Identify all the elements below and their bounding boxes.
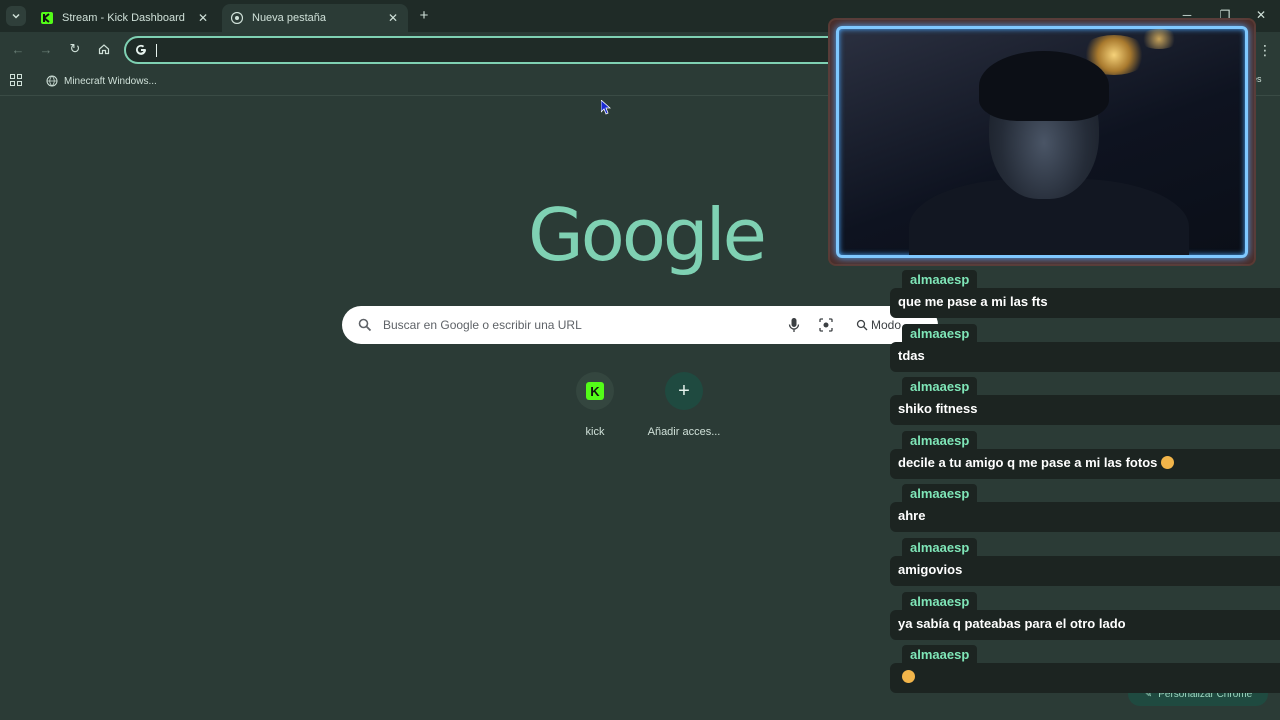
chat-message-text: ahre (890, 502, 1280, 533)
chat-message: decile a tu amigo q me pase a mi las fot… (890, 430, 1280, 485)
chat-text: shiko fitness (898, 401, 978, 417)
chat-message-text: decile a tu amigo q me pase a mi las fot… (890, 448, 1280, 479)
google-logo: Google (528, 193, 767, 277)
mouse-cursor-icon (601, 100, 611, 115)
shortcut-tile: K (576, 372, 614, 410)
shortcut-kick[interactable]: K kick (555, 372, 635, 438)
chat-overlay: que me pase a mi las fts almaaesp tdas alma… (890, 270, 1280, 699)
chat-username: almaaesp (902, 430, 978, 451)
google-g-icon (136, 44, 146, 55)
back-arrow-icon[interactable]: ← (10, 41, 26, 57)
text-caret (156, 44, 157, 57)
shortcut-add[interactable]: + Añadir acces... (644, 372, 724, 438)
chrome-icon (230, 11, 244, 25)
chevron-down-icon (12, 13, 20, 19)
search-icon (358, 318, 372, 332)
shortcut-tile: + (665, 372, 703, 410)
forward-arrow-icon[interactable]: → (38, 41, 54, 57)
emoji-icon (902, 670, 915, 684)
chat-text: decile a tu amigo q me pase a mi las fot… (898, 454, 1158, 470)
globe-icon (46, 75, 58, 87)
ntp-search-box[interactable]: Buscar en Google o escribir una URL Modo (342, 306, 938, 344)
webcam-overlay (830, 20, 1254, 264)
kick-icon: K (586, 382, 604, 400)
window-close-icon[interactable]: ✕ (1254, 8, 1268, 22)
webcam-light (1139, 29, 1179, 49)
chat-message-text: shiko fitness (890, 395, 1280, 426)
shortcut-label: Añadir acces... (647, 426, 721, 438)
new-tab-button[interactable]: + (416, 7, 432, 24)
search-placeholder: Buscar en Google o escribir una URL (383, 318, 582, 332)
camera-lens-icon[interactable] (819, 318, 833, 332)
webcam-video (836, 26, 1248, 258)
chat-text: ahre (898, 508, 926, 524)
chat-message: shiko fitness almaaesp (890, 377, 1280, 431)
chat-username: almaaesp (902, 484, 978, 505)
tab-title: Nueva pestaña (252, 12, 326, 24)
chat-message-text: amigovios (890, 555, 1280, 586)
tab-kick-dashboard[interactable]: Stream - Kick Dashboard ✕ (32, 4, 218, 32)
microphone-icon[interactable] (788, 317, 800, 333)
emoji-icon (1161, 455, 1175, 469)
chat-username: almaaesp (902, 270, 978, 290)
ai-search-icon (856, 319, 868, 331)
chat-message: ya sabía q pateabas para el otro lado alm… (890, 591, 1280, 646)
bookmark-label: Minecraft Windows... (64, 75, 157, 87)
chat-username: almaaesp (902, 537, 978, 558)
tab-new-tab[interactable]: Nueva pestaña ✕ (222, 4, 408, 32)
chat-text: ya sabía q pateabas para el otro lado (898, 615, 1126, 631)
chat-message: ahre almaaesp (890, 484, 1280, 538)
chat-username: almaaesp (902, 645, 978, 666)
chat-text: tdas (898, 347, 925, 363)
chat-message: almaaesp (890, 645, 1280, 699)
chat-username: almaaesp (902, 377, 978, 398)
chat-username: almaaesp (902, 323, 978, 344)
chat-message-text: ya sabía q pateabas para el otro lado (890, 609, 1280, 640)
close-icon[interactable]: ✕ (386, 11, 400, 25)
tab-title: Stream - Kick Dashboard (62, 12, 185, 24)
chat-text: que me pase a mi las fts (898, 294, 1048, 309)
plus-icon: + (678, 380, 690, 402)
bookmark-item[interactable]: Minecraft Windows... (46, 73, 157, 89)
chat-text: amigovios (898, 561, 963, 577)
chat-username: almaaesp (902, 591, 978, 612)
chat-message-text (890, 663, 1280, 694)
kick-icon (40, 11, 54, 25)
tab-search-button[interactable] (6, 6, 26, 26)
more-menu-icon[interactable]: ⋮ (1258, 41, 1272, 59)
home-icon[interactable] (96, 41, 112, 57)
chat-message: tdas almaaesp (890, 323, 1280, 378)
close-icon[interactable]: ✕ (196, 11, 210, 25)
webcam-person-hair (979, 51, 1109, 121)
chat-message-text: que me pase a mi las fts (890, 288, 1280, 318)
chat-message: que me pase a mi las fts almaaesp (890, 270, 1280, 324)
shortcut-label: kick (585, 426, 605, 438)
reload-icon[interactable]: ↻ (67, 41, 83, 57)
chat-message-text: tdas (890, 341, 1280, 372)
apps-grid-icon[interactable] (10, 74, 22, 86)
chat-message: amigovios almaaesp (890, 537, 1280, 592)
